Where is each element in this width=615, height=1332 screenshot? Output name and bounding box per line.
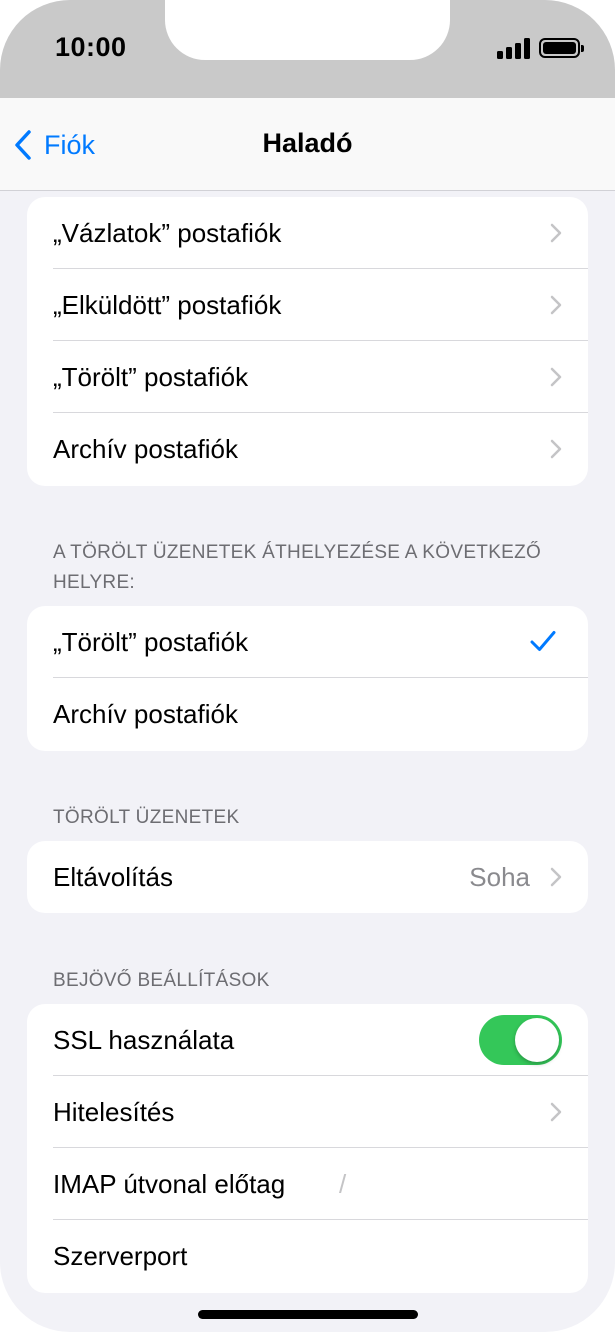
move-deleted-group: „Törölt” postafiók Archív postafiók [27, 606, 588, 751]
section-header-deleted-messages: TÖRÖLT ÜZENETEK [53, 807, 240, 828]
ssl-toggle[interactable] [479, 1015, 562, 1065]
chevron-right-icon [550, 367, 562, 387]
imap-prefix-input[interactable]: / [339, 1148, 346, 1220]
section-header-incoming: BEJÖVŐ BEÁLLÍTÁSOK [53, 970, 270, 991]
chevron-right-icon [550, 439, 562, 459]
toggle-knob [515, 1018, 559, 1062]
row-label: Archív postafiók [53, 699, 238, 729]
settings-list: „Vázlatok” postafiók „Elküldött” postafi… [0, 192, 615, 1332]
row-label: Hitelesítés [53, 1097, 175, 1127]
status-time: 10:00 [55, 32, 127, 62]
home-indicator[interactable] [198, 1310, 418, 1319]
row-label: Eltávolítás [53, 862, 173, 892]
battery-icon [539, 38, 584, 58]
row-label: IMAP útvonal előtag [53, 1169, 286, 1199]
row-archive-mailbox[interactable]: Archív postafiók [27, 413, 588, 485]
checkmark-icon [530, 631, 556, 651]
row-drafts-mailbox[interactable]: „Vázlatok” postafiók [27, 197, 588, 269]
chevron-right-icon [550, 295, 562, 315]
row-use-ssl: SSL használata [27, 1004, 588, 1076]
row-label: „Vázlatok” postafiók [53, 218, 282, 248]
notch [165, 0, 450, 60]
row-label: SSL használata [53, 1025, 235, 1055]
row-label: „Törölt” postafiók [53, 362, 249, 392]
row-deleted-mailbox[interactable]: „Törölt” postafiók [27, 341, 588, 413]
remove-value: Soha [469, 862, 530, 892]
mailbox-group: „Vázlatok” postafiók „Elküldött” postafi… [27, 197, 588, 486]
row-server-port[interactable]: Szerverport [27, 1220, 588, 1292]
incoming-settings-group: SSL használata Hitelesítés IMAP útvonal … [27, 1004, 588, 1293]
row-label: Szerverport [53, 1241, 188, 1271]
page-title: Haladó [262, 128, 353, 158]
option-archive-mailbox[interactable]: Archív postafiók [27, 678, 588, 750]
row-sent-mailbox[interactable]: „Elküldött” postafiók [27, 269, 588, 341]
chevron-right-icon [550, 1102, 562, 1122]
chevron-right-icon [550, 867, 562, 887]
deleted-messages-group: Eltávolítás Soha [27, 841, 588, 913]
row-label: „Törölt” postafiók [53, 627, 249, 657]
row-remove[interactable]: Eltávolítás Soha [27, 841, 588, 913]
phone-screen: 10:00 Fiók Haladó „Vázlatok” postafiók „… [0, 0, 615, 1332]
row-imap-prefix[interactable]: IMAP útvonal előtag / [27, 1148, 588, 1220]
row-authentication[interactable]: Hitelesítés [27, 1076, 588, 1148]
section-header-move-deleted: A TÖRÖLT ÜZENETEK ÁTHELYEZÉSE A KÖVETKEZ… [53, 542, 542, 593]
chevron-right-icon [550, 223, 562, 243]
row-label: Archív postafiók [53, 434, 238, 464]
row-label: „Elküldött” postafiók [53, 290, 282, 320]
cellular-signal-icon [497, 37, 531, 59]
option-deleted-mailbox[interactable]: „Törölt” postafiók [27, 606, 588, 678]
status-bar: 10:00 [0, 0, 615, 98]
